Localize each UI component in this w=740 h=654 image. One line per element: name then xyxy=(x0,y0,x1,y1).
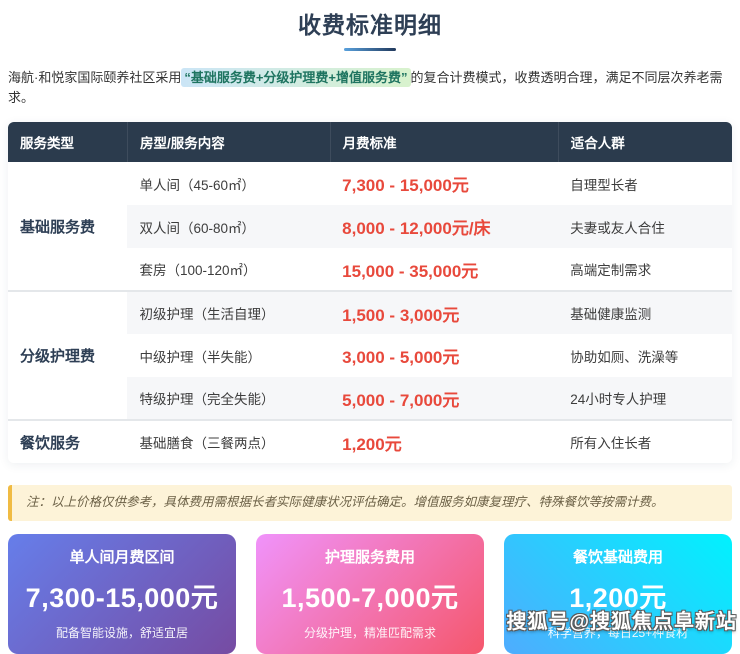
audience-cell: 基础健康监测 xyxy=(558,291,732,334)
table-body: 基础服务费单人间（45-60㎡）7,300 - 15,000元自理型长者双人间（… xyxy=(8,162,732,463)
card-title: 护理服务费用 xyxy=(264,546,476,567)
column-header: 月费标准 xyxy=(330,122,558,162)
title-underline-decoration xyxy=(344,48,396,51)
card-value: 7,300-15,000元 xyxy=(16,576,228,615)
card-value: 1,200元 xyxy=(512,576,724,615)
room-content-cell: 初级护理（生活自理） xyxy=(127,291,330,334)
column-header: 房型/服务内容 xyxy=(127,122,330,162)
column-header: 适合人群 xyxy=(558,122,732,162)
card-value: 1,500-7,000元 xyxy=(264,576,476,615)
table-row: 分级护理费初级护理（生活自理）1,500 - 3,000元基础健康监测 xyxy=(8,291,732,334)
room-content-cell: 双人间（60-80㎡） xyxy=(127,205,330,248)
audience-cell: 所有入住长者 xyxy=(558,420,732,463)
audience-cell: 协助如厕、洗澡等 xyxy=(558,334,732,377)
service-type-cell: 分级护理费 xyxy=(8,291,127,420)
card-title: 餐饮基础费用 xyxy=(512,546,724,567)
disclaimer-note: 注：以上价格仅供参考，具体费用需根据长者实际健康状况评估确定。增值服务如康复理疗… xyxy=(8,485,732,521)
table-row: 基础服务费单人间（45-60㎡）7,300 - 15,000元自理型长者 xyxy=(8,162,732,205)
page-title: 收费标准明细 xyxy=(8,6,732,40)
audience-cell: 24小时专人护理 xyxy=(558,377,732,420)
monthly-fee-cell: 1,200元 xyxy=(330,420,558,463)
room-content-cell: 基础膳食（三餐两点） xyxy=(127,420,330,463)
monthly-fee-cell: 5,000 - 7,000元 xyxy=(330,377,558,420)
monthly-fee-cell: 8,000 - 12,000元/床 xyxy=(330,205,558,248)
table-row: 餐饮服务基础膳食（三餐两点）1,200元所有入住长者 xyxy=(8,420,732,463)
table-header-row: 服务类型房型/服务内容月费标准适合人群 xyxy=(8,122,732,162)
service-type-cell: 基础服务费 xyxy=(8,162,127,291)
monthly-fee-cell: 1,500 - 3,000元 xyxy=(330,291,558,334)
card-description: 分级护理，精准匹配需求 xyxy=(264,624,476,641)
room-content-cell: 特级护理（完全失能） xyxy=(127,377,330,420)
intro-text: 海航·和悦家国际颐养社区采用“基础服务费+分级护理费+增值服务费”的复合计费模式… xyxy=(8,68,732,107)
room-content-cell: 套房（100-120㎡） xyxy=(127,248,330,291)
service-type-cell: 餐饮服务 xyxy=(8,420,127,463)
intro-text-highlight: “基础服务费+分级护理费+增值服务费” xyxy=(181,68,410,87)
room-content-cell: 中级护理（半失能） xyxy=(127,334,330,377)
audience-cell: 自理型长者 xyxy=(558,162,732,205)
fee-table: 服务类型房型/服务内容月费标准适合人群 基础服务费单人间（45-60㎡）7,30… xyxy=(8,122,732,463)
card-description: 配备智能设施，舒适宜居 xyxy=(16,624,228,641)
column-header: 服务类型 xyxy=(8,122,127,162)
card-description: 科学营养，每日25+种食材 xyxy=(512,624,724,641)
intro-text-prefix: 海航·和悦家国际颐养社区采用 xyxy=(8,70,181,85)
monthly-fee-cell: 7,300 - 15,000元 xyxy=(330,162,558,205)
monthly-fee-cell: 3,000 - 5,000元 xyxy=(330,334,558,377)
monthly-fee-cell: 15,000 - 35,000元 xyxy=(330,248,558,291)
audience-cell: 夫妻或友人合住 xyxy=(558,205,732,248)
room-content-cell: 单人间（45-60㎡） xyxy=(127,162,330,205)
card-title: 单人间月费区间 xyxy=(16,546,228,567)
audience-cell: 高端定制需求 xyxy=(558,248,732,291)
